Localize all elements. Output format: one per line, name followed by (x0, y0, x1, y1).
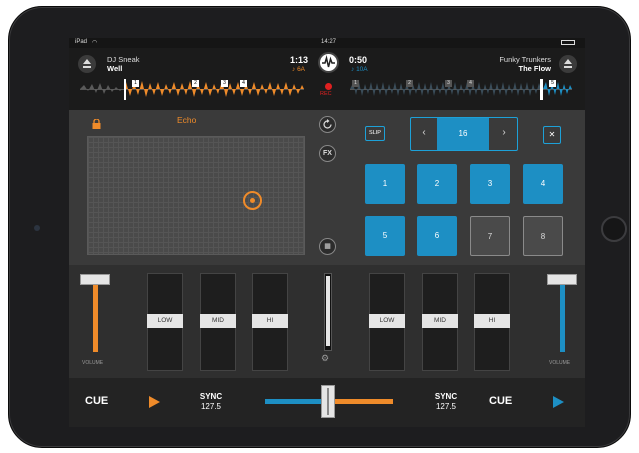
left-title: Well (107, 64, 123, 73)
hotcue-pad-6[interactable]: 6 (417, 216, 457, 256)
left-key-value: 6A (297, 66, 306, 73)
hotcue-pad-4[interactable]: 4 (523, 164, 563, 204)
hotcue-pad-2[interactable]: 2 (417, 164, 457, 204)
crossfader-knob[interactable] (321, 385, 335, 418)
left-volume-fader[interactable] (80, 274, 110, 285)
right-volume-fader[interactable] (547, 274, 577, 285)
battery-icon (561, 40, 575, 45)
fx-button[interactable]: FX (319, 145, 336, 162)
hotcue-pad-8[interactable]: 8 (523, 216, 563, 256)
eject-left-icon[interactable] (78, 55, 96, 73)
right-cue-1[interactable]: 1 (352, 80, 359, 87)
left-eq-hi[interactable]: HI (252, 314, 288, 328)
right-title: The Flow (518, 64, 552, 73)
lock-icon[interactable] (92, 116, 101, 134)
right-cue-5[interactable]: 5 (549, 80, 556, 87)
pad-grid-icon[interactable]: ▦ (319, 238, 336, 255)
right-eq-mid[interactable]: MID (422, 314, 458, 328)
device-label: iPad (75, 39, 88, 45)
hotcue-pad-3[interactable]: 3 (470, 164, 510, 204)
right-play-icon[interactable] (553, 396, 564, 408)
left-volume-label: VOLUME (82, 360, 104, 366)
clock: 14:27 (321, 39, 337, 45)
close-icon[interactable]: ✕ (543, 126, 561, 144)
wifi-icon: ◠ (92, 40, 98, 46)
fx-pad-cursor[interactable] (243, 191, 262, 210)
right-time: 0:50 (349, 55, 368, 65)
app-screen: iPad ◠ 14:27 DJ Sneak Well 1:13 ♪ 6A 0:5… (69, 38, 585, 427)
left-waveform[interactable]: 1 2 3 4 (80, 79, 304, 100)
left-sync-button[interactable]: SYNC (191, 392, 231, 401)
left-cue-4[interactable]: 4 (240, 80, 247, 87)
settings-icon[interactable]: ⚙ (321, 353, 329, 364)
front-camera (34, 225, 40, 231)
crossfader-left-track (265, 399, 327, 404)
right-artist: Funky Trunkers (499, 55, 551, 64)
right-eq-hi[interactable]: HI (474, 314, 510, 328)
record-button[interactable] (325, 83, 332, 90)
left-artist: DJ Sneak (107, 55, 140, 64)
fx-name[interactable]: Echo (177, 115, 196, 125)
hotcue-pad-1[interactable]: 1 (365, 164, 405, 204)
loop-prev-icon[interactable]: ‹ (411, 118, 437, 150)
left-eq-mid[interactable]: MID (200, 314, 236, 328)
left-cue-2[interactable]: 2 (192, 80, 199, 87)
right-volume-meter (560, 284, 565, 352)
crossfader-right-track (327, 399, 393, 404)
right-cue-2[interactable]: 2 (406, 80, 413, 87)
right-waveform[interactable]: 1 2 3 4 5 (350, 79, 572, 100)
eject-right-icon[interactable] (559, 55, 577, 73)
slip-button[interactable]: SLIP (365, 126, 385, 141)
center-fader[interactable] (326, 276, 330, 346)
right-key: ♪ 10A (351, 66, 368, 73)
home-button[interactable] (601, 216, 627, 242)
left-eq-low[interactable]: LOW (147, 314, 183, 328)
right-bpm: 127.5 (435, 402, 457, 411)
hotcue-pad-7[interactable]: 7 (470, 216, 510, 256)
left-time: 1:13 (290, 55, 309, 65)
right-sync-button[interactable]: SYNC (426, 392, 466, 401)
right-volume-label: VOLUME (549, 360, 571, 366)
left-cue-button[interactable]: CUE (85, 395, 108, 407)
right-cue-button[interactable]: CUE (489, 395, 512, 407)
right-cue-4[interactable]: 4 (467, 80, 474, 87)
left-bpm: 127.5 (200, 402, 222, 411)
left-key: ♪ 6A (292, 66, 306, 73)
loop-next-icon[interactable]: › (491, 118, 517, 150)
left-cue-1[interactable]: 1 (132, 80, 139, 87)
hotcue-pad-5[interactable]: 5 (365, 216, 405, 256)
deck-header: DJ Sneak Well 1:13 ♪ 6A 0:50 ♪ 10A Funky… (69, 48, 585, 110)
app-logo-icon[interactable] (318, 52, 339, 73)
status-bar: iPad ◠ 14:27 (69, 38, 585, 48)
record-label: REC (320, 91, 332, 97)
left-cue-3[interactable]: 3 (221, 80, 228, 87)
tablet-frame: iPad ◠ 14:27 DJ Sneak Well 1:13 ♪ 6A 0:5… (8, 6, 631, 448)
fx-xy-pad[interactable] (87, 136, 305, 255)
loop-sync-icon[interactable] (319, 116, 336, 133)
left-volume-meter (93, 284, 98, 352)
loop-length-value[interactable]: 16 (437, 118, 489, 150)
right-cue-3[interactable]: 3 (445, 80, 452, 87)
right-eq-low[interactable]: LOW (369, 314, 405, 328)
left-play-icon[interactable] (149, 396, 160, 408)
right-key-value: 10A (356, 66, 368, 73)
